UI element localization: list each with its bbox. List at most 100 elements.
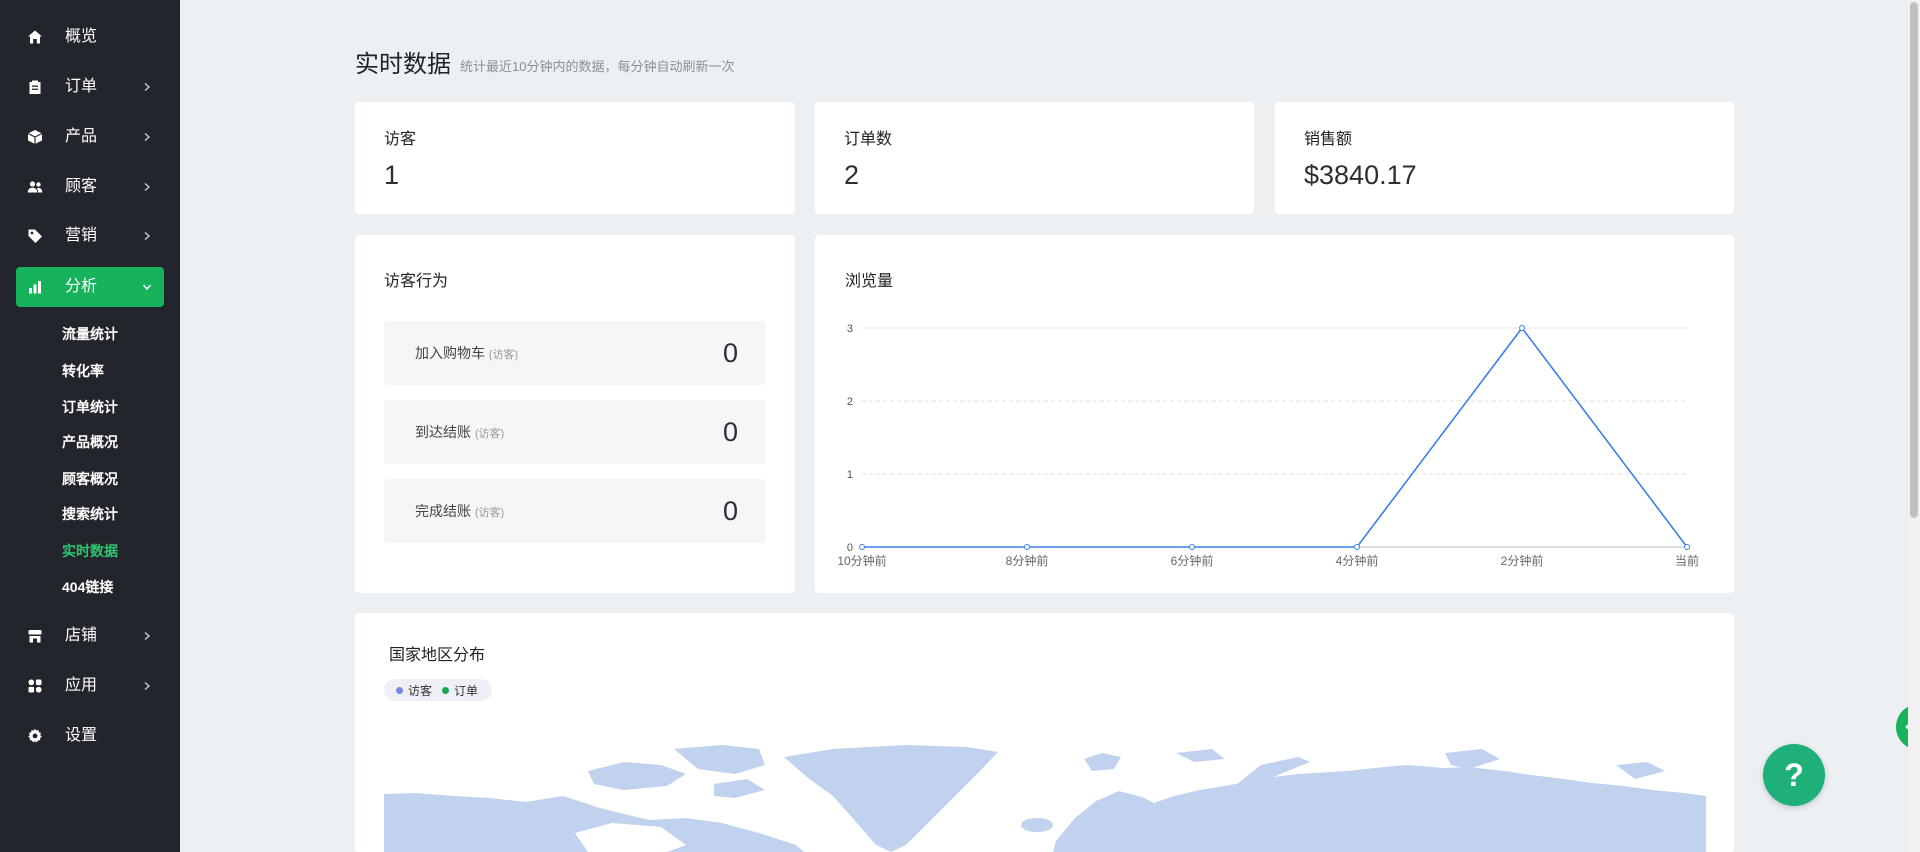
world-map[interactable] [384, 741, 1706, 852]
chevron-right-icon [142, 231, 152, 241]
stat-label: 访客 [384, 131, 417, 148]
chart-xtick-label: 8分钟前 [1006, 553, 1049, 568]
sidebar-item-label: 分析 [65, 278, 98, 295]
sidebar-item-label: 概览 [65, 28, 98, 45]
chart-ytick-label: 3 [847, 323, 853, 335]
stat-value: 2 [844, 160, 860, 190]
sidebar-subitem-realtime[interactable]: 实时数据 [62, 541, 118, 561]
map-legend: 访客 订单 [384, 679, 492, 701]
chevron-right-icon [142, 631, 152, 641]
chart-ytick-label: 2 [847, 396, 853, 408]
map-region-arctic-island[interactable] [714, 779, 765, 798]
apps-icon [27, 678, 43, 694]
chevron-right-icon [142, 132, 152, 142]
scrollbar-track[interactable] [1908, 0, 1920, 852]
behavior-row-completed-checkout: 完成结账 (访客) 0 [384, 479, 765, 543]
geo-distribution-card: 国家地区分布 访客 订单 [355, 613, 1734, 852]
behavior-value: 0 [722, 338, 738, 368]
sidebar-subitem-customer-overview[interactable]: 顾客概况 [62, 469, 118, 489]
pageviews-card: 浏览量 0 1 2 3 10分钟前 8分钟前 6分钟前 4分钟前 2分钟前 当前 [815, 235, 1734, 593]
chevron-right-icon [142, 681, 152, 691]
chart-point[interactable] [1024, 544, 1030, 550]
map-region-iceland[interactable] [1021, 818, 1053, 832]
home-icon [27, 29, 43, 45]
sidebar-subitem-search-stats[interactable]: 搜索统计 [62, 504, 118, 524]
stat-card-sales: 销售额 $3840.17 [1275, 102, 1734, 214]
tag-icon [27, 228, 43, 244]
map-region-new-siberian-islands[interactable] [1616, 762, 1665, 779]
chart-xtick-label: 6分钟前 [1171, 553, 1214, 568]
sidebar-item-label: 应用 [65, 677, 98, 694]
map-region-greenland[interactable] [784, 745, 998, 852]
legend-item-orders[interactable]: 订单 [442, 682, 478, 699]
box-icon [27, 129, 43, 145]
sidebar-item-overview[interactable]: 概览 [16, 17, 164, 57]
map-region-severnaya-zemlya[interactable] [1445, 749, 1500, 769]
behavior-label: 到达结账 (访客) [415, 400, 504, 466]
chart-ytick-label: 1 [847, 469, 853, 481]
chart-xtick-label: 4分钟前 [1336, 553, 1379, 568]
sidebar: 概览 订单 产品 顾客 营销 分析 流量统计 转化率 订单统计 产品概况 顾客概… [0, 0, 180, 852]
sidebar-item-label: 顾客 [65, 178, 98, 195]
behavior-value: 0 [722, 417, 738, 447]
gear-icon [27, 728, 43, 744]
chart-point[interactable] [1519, 325, 1525, 331]
sidebar-item-label: 产品 [65, 128, 98, 145]
map-region-eurasia[interactable] [1053, 765, 1706, 852]
legend-dot [396, 686, 403, 694]
stat-value: 1 [384, 160, 400, 190]
behavior-label-text: 到达结账 [415, 424, 471, 440]
sidebar-item-marketing[interactable]: 营销 [16, 216, 164, 256]
card-title: 访客行为 [384, 273, 449, 290]
sidebar-item-settings[interactable]: 设置 [16, 716, 164, 756]
legend-label: 访客 [408, 683, 433, 698]
chevron-right-icon [142, 182, 152, 192]
page-subtitle: 统计最近10分钟内的数据，每分钟自动刷新一次 [460, 59, 735, 74]
chart-xtick-label: 10分钟前 [837, 553, 886, 568]
sidebar-item-orders[interactable]: 订单 [16, 67, 164, 107]
stat-value: $3840.17 [1304, 160, 1417, 190]
behavior-note: (访客) [474, 428, 505, 440]
behavior-value: 0 [722, 496, 738, 526]
chart-xtick-label: 2分钟前 [1501, 553, 1544, 568]
map-region-franz-josef-land[interactable] [1176, 749, 1225, 762]
stat-card-orders: 订单数 2 [815, 102, 1254, 214]
map-region-arctic-island[interactable] [674, 745, 765, 774]
behavior-row-reached-checkout: 到达结账 (访客) 0 [384, 400, 765, 464]
sidebar-subitem-order-stats[interactable]: 订单统计 [62, 397, 118, 417]
chart-xtick-label: 当前 [1675, 553, 1699, 568]
legend-item-visitors[interactable]: 访客 [396, 682, 432, 699]
behavior-label: 完成结账 (访客) [415, 479, 504, 545]
store-icon [27, 628, 43, 644]
chart-series-line [862, 326, 1688, 548]
stat-label: 销售额 [1304, 131, 1353, 148]
sidebar-item-label: 营销 [65, 227, 98, 244]
sidebar-item-apps[interactable]: 应用 [16, 666, 164, 706]
sidebar-item-customers[interactable]: 顾客 [16, 167, 164, 207]
sidebar-item-analytics[interactable]: 分析 [16, 267, 164, 307]
chart-point[interactable] [1684, 544, 1690, 550]
sidebar-item-label: 店铺 [65, 627, 98, 644]
chart-point[interactable] [859, 544, 865, 550]
map-region-arctic-island[interactable] [588, 762, 686, 790]
behavior-row-add-to-cart: 加入购物车 (访客) 0 [384, 321, 765, 385]
pageviews-line-chart: 0 1 2 3 10分钟前 8分钟前 6分钟前 4分钟前 2分钟前 当前 [837, 323, 1699, 568]
sidebar-item-products[interactable]: 产品 [16, 117, 164, 157]
sidebar-subitem-404-links[interactable]: 404链接 [62, 577, 113, 597]
map-region-svalbard[interactable] [1084, 753, 1121, 771]
chart-point[interactable] [1354, 544, 1360, 550]
behavior-label: 加入购物车 (访客) [415, 321, 518, 387]
sidebar-subitem-traffic[interactable]: 流量统计 [62, 324, 118, 344]
bar-chart-icon [27, 279, 43, 295]
sidebar-subitem-product-overview[interactable]: 产品概况 [62, 432, 118, 452]
card-title: 国家地区分布 [389, 647, 486, 664]
sidebar-item-store[interactable]: 店铺 [16, 616, 164, 656]
legend-dot [442, 686, 450, 694]
behavior-label-text: 完成结账 [415, 503, 471, 519]
scrollbar-thumb[interactable] [1910, 2, 1918, 518]
chevron-right-icon [142, 82, 152, 92]
help-button[interactable]: ? [1763, 744, 1825, 806]
sidebar-subitem-conversion[interactable]: 转化率 [62, 361, 104, 381]
sidebar-item-label: 设置 [65, 727, 98, 744]
chart-point[interactable] [1189, 544, 1195, 550]
